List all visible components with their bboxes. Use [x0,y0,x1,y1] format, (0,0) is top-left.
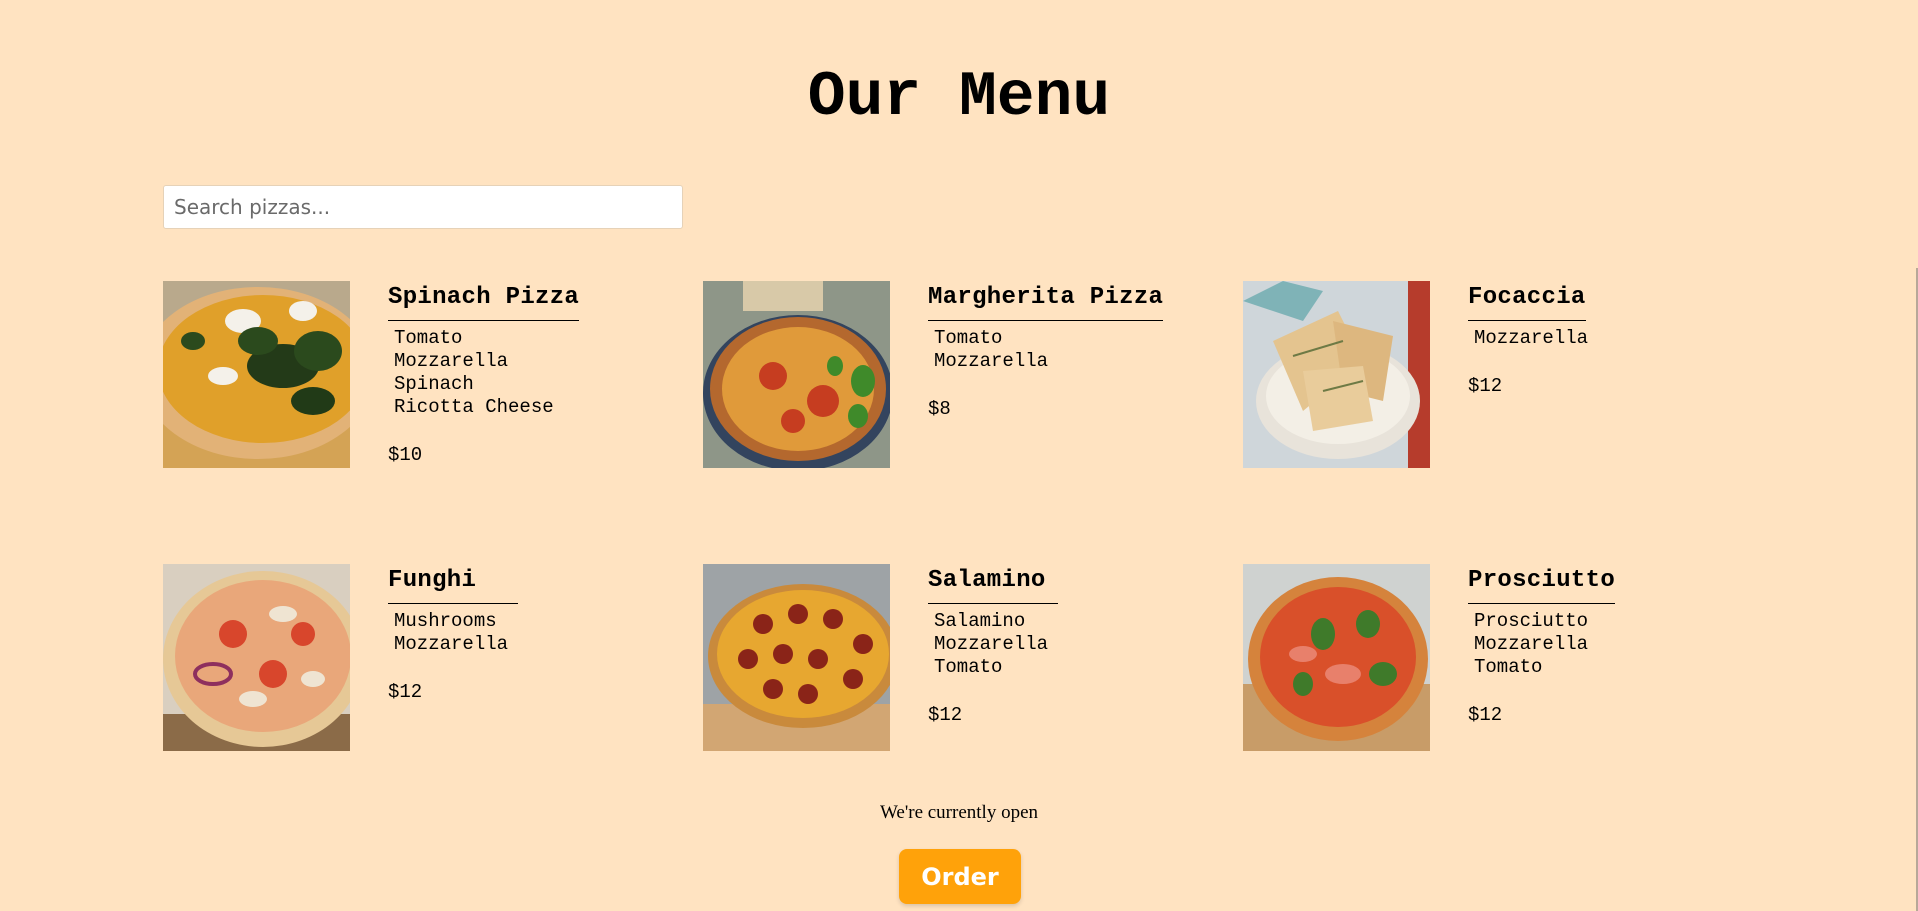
pizza-name: Spinach Pizza [388,281,580,321]
pizza-card-margherita: Margherita Pizza Tomato Mozzarella $8 [703,281,1223,481]
ingredient-list: Mozzarella [1474,327,1588,350]
pizza-info: Spinach Pizza Tomato Mozzarella Spinach … [388,281,580,467]
ingredient: Tomato [934,327,1003,349]
pizza-price: $8 [928,398,951,420]
pizza-name: Prosciutto [1468,564,1616,604]
ingredient-list: Mushrooms Mozzarella [394,610,518,656]
pizza-info: Salamino Salamino Mozzarella Tomato $12 [928,564,1058,727]
ingredient: Mozzarella [394,350,509,372]
ingredient-list: Salamino Mozzarella Tomato [934,610,1058,679]
pizza-info: Focaccia Mozzarella $12 [1468,281,1588,398]
ingredient: Spinach [394,373,474,395]
ingredient: Salamino [934,610,1026,632]
ingredient: Prosciutto [1474,610,1589,632]
menu-page: Our Menu Spinach Pizza Tomato [0,0,1918,911]
pizza-name: Focaccia [1468,281,1586,321]
ingredient: Mozzarella [1474,327,1589,349]
pizza-image-salamino [703,564,890,751]
order-button[interactable]: Order [899,849,1021,904]
pizza-price: $12 [1468,704,1503,726]
pizza-image-spinach [163,281,350,468]
ingredient: Mushrooms [394,610,497,632]
pizza-image-prosciutto [1243,564,1430,751]
pizza-name: Margherita Pizza [928,281,1164,321]
ingredient-list: Prosciutto Mozzarella Tomato [1474,610,1615,679]
ingredient-list: Tomato Mozzarella [934,327,1163,373]
pizza-info: Margherita Pizza Tomato Mozzarella $8 [928,281,1164,421]
pizza-card-focaccia: Focaccia Mozzarella $12 [1243,281,1763,481]
ingredient: Mozzarella [934,633,1049,655]
pizza-info: Funghi Mushrooms Mozzarella $12 [388,564,519,704]
ingredient-list: Tomato Mozzarella Spinach Ricotta Cheese [394,327,579,419]
ingredient: Mozzarella [1474,633,1589,655]
pizza-name: Salamino [928,564,1058,604]
ingredient: Mozzarella [394,633,509,655]
pizza-image-margherita [703,281,890,468]
ingredient: Tomato [1474,656,1543,678]
pizza-image-focaccia [1243,281,1430,468]
pizza-card-prosciutto: Prosciutto Prosciutto Mozzarella Tomato … [1243,564,1763,764]
pizza-card-salamino: Salamino Salamino Mozzarella Tomato $12 [703,564,1223,764]
ingredient: Tomato [394,327,463,349]
ingredient: Mozzarella [934,350,1049,372]
open-status-text: We're currently open [879,802,1039,823]
page-title: Our Menu [807,62,1111,133]
ingredient: Ricotta Cheese [394,396,554,418]
pizza-card-spinach: Spinach Pizza Tomato Mozzarella Spinach … [163,281,683,481]
pizza-image-funghi [163,564,350,751]
pizza-price: $12 [388,681,423,703]
search-input[interactable] [163,185,683,229]
pizza-price: $12 [928,704,963,726]
pizza-card-funghi: Funghi Mushrooms Mozzarella $12 [163,564,683,764]
pizza-price: $10 [388,444,423,466]
pizza-price: $12 [1468,375,1503,397]
pizza-name: Funghi [388,564,519,604]
pizza-info: Prosciutto Prosciutto Mozzarella Tomato … [1468,564,1616,727]
ingredient: Tomato [934,656,1003,678]
